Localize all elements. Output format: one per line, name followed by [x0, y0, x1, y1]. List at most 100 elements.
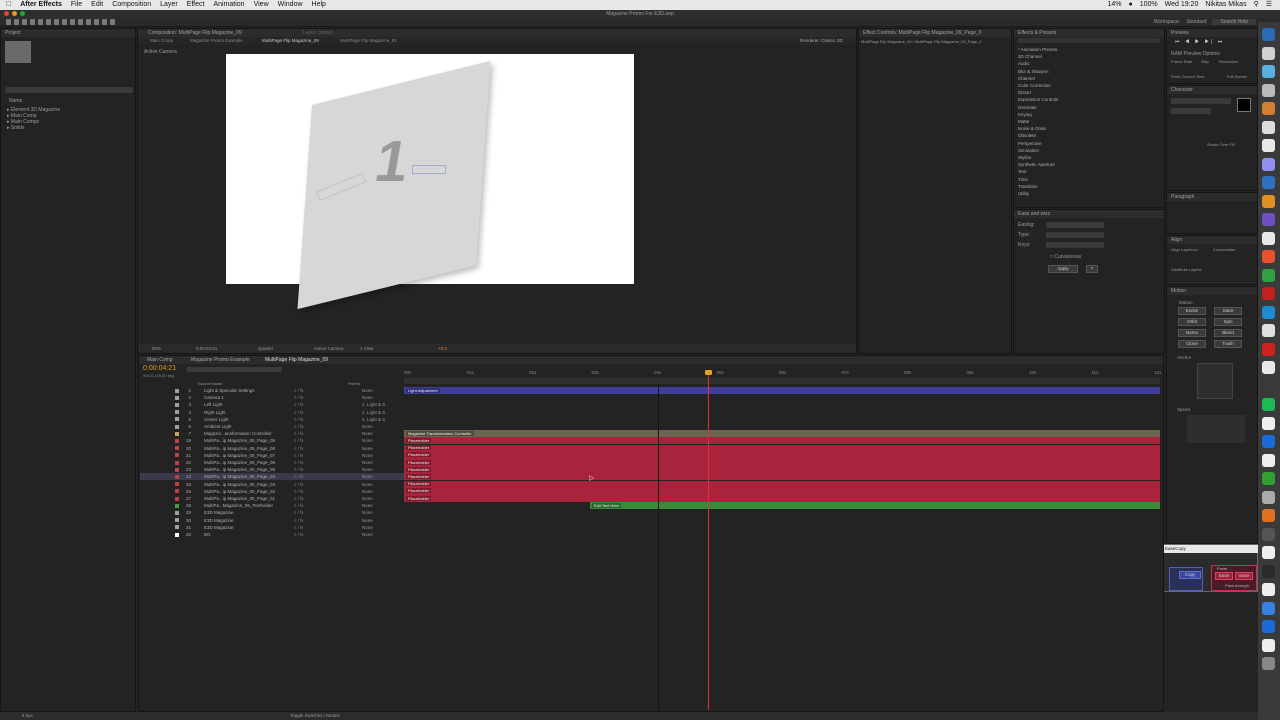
- label-color-swatch[interactable]: [175, 474, 179, 479]
- puppet-tool-icon[interactable]: [110, 19, 115, 25]
- project-name-header[interactable]: Name: [9, 98, 22, 104]
- motion-blend-button[interactable]: Blend: [1214, 329, 1242, 337]
- clone-tool-icon[interactable]: [86, 19, 91, 25]
- layer-switches[interactable]: ◊ / fx: [294, 394, 303, 401]
- clock[interactable]: Wed 19:20: [1165, 0, 1199, 10]
- label-color-swatch[interactable]: [175, 417, 179, 422]
- layer-duration-bar[interactable]: [404, 401, 1160, 408]
- motion-orbit-button[interactable]: Orbit: [1178, 318, 1206, 326]
- parent-dropdown[interactable]: None: [362, 430, 373, 437]
- parent-dropdown[interactable]: None: [362, 481, 373, 488]
- dock-app-icon[interactable]: [1262, 324, 1275, 337]
- preview-tab[interactable]: Preview: [1167, 29, 1257, 37]
- pen-tool-icon[interactable]: [62, 19, 67, 25]
- layer-switches[interactable]: ◊ / fx: [294, 416, 303, 423]
- layer-name[interactable]: MultiPa...ip Magazine_09_Page_06: [204, 459, 275, 466]
- ease-wizz-tab[interactable]: Ease and wizz: [1014, 210, 1164, 218]
- layer-switches[interactable]: ◊ / fx: [294, 524, 303, 531]
- layer-name[interactable]: MultiPa...ip Magazine_09_Page_02: [204, 488, 275, 495]
- dock-app-icon[interactable]: [1262, 102, 1275, 115]
- label-color-swatch[interactable]: [175, 482, 179, 487]
- dock-app-icon[interactable]: [1262, 213, 1275, 226]
- character-tab[interactable]: Character: [1167, 86, 1257, 94]
- layer-name[interactable]: MultiPa...ip Magazine_09_Page_08: [204, 445, 275, 452]
- align-tab[interactable]: Align: [1167, 236, 1257, 244]
- breadcrumb-item[interactable]: MultiPage Flip Magazine_09: [262, 37, 319, 45]
- motion-clone-button[interactable]: Clone: [1178, 340, 1206, 348]
- paste-value-button[interactable]: Value: [1235, 572, 1253, 580]
- parent-dropdown[interactable]: None: [362, 452, 373, 459]
- layer-duration-bar[interactable]: [404, 423, 1160, 430]
- layer-duration-bar[interactable]: [404, 444, 1160, 452]
- project-item[interactable]: ▸ Solids: [7, 125, 135, 131]
- bit-depth[interactable]: 8 bpc: [22, 712, 33, 720]
- label-color-swatch[interactable]: [175, 489, 179, 494]
- pan-behind-tool-icon[interactable]: [46, 19, 51, 25]
- layer-duration-bar[interactable]: [404, 387, 1160, 394]
- layer-row[interactable]: 22 MultiPa...ip Magazine_09_Page_06 ◊ / fx…: [140, 459, 404, 466]
- layer-row[interactable]: 28 MultiPa...Magazine_09_Textholder ◊ / fx…: [140, 502, 404, 509]
- layer-switches[interactable]: ◊ / fx: [294, 517, 303, 524]
- layer-duration-bar[interactable]: [404, 531, 1160, 538]
- dock-app-icon[interactable]: [1262, 416, 1275, 430]
- parent-dropdown[interactable]: None: [362, 517, 373, 524]
- label-color-swatch[interactable]: [175, 388, 179, 393]
- parent-dropdown[interactable]: None: [362, 488, 373, 495]
- menu-layer[interactable]: Layer: [160, 0, 178, 10]
- layer-switches[interactable]: ◊ / fx: [294, 401, 303, 408]
- dock-app-icon[interactable]: [1262, 342, 1275, 356]
- layer-switches[interactable]: ◊ / fx: [294, 437, 303, 444]
- effect-category-item[interactable]: Channel: [1018, 75, 1163, 82]
- effect-category-item[interactable]: Audio: [1018, 60, 1163, 67]
- timeline-timecode[interactable]: 0:00:04:21: [143, 365, 176, 372]
- effect-category-item[interactable]: Generate: [1018, 104, 1163, 111]
- work-area-bar[interactable]: [404, 378, 1160, 384]
- speed-controls[interactable]: [1187, 415, 1245, 443]
- timeline-tab[interactable]: Magazine Promo Example: [191, 356, 250, 364]
- parent-dropdown[interactable]: None: [362, 437, 373, 444]
- copy-button[interactable]: Copy: [1179, 571, 1201, 579]
- dock-app-icon[interactable]: [1262, 83, 1275, 97]
- layer-switches[interactable]: ◊ / fx: [294, 473, 303, 480]
- easecopy-title[interactable]: EaseCopy: [1161, 545, 1259, 553]
- hand-tool-icon[interactable]: [14, 19, 19, 25]
- mask-tool-icon[interactable]: [54, 19, 59, 25]
- menu-help[interactable]: Help: [312, 0, 326, 10]
- effect-category-item[interactable]: Synthetic Aperture: [1018, 161, 1163, 168]
- layer-row[interactable]: 2 Camera 1 ◊ / fx None: [140, 394, 404, 401]
- label-color-swatch[interactable]: [175, 431, 179, 436]
- selection-tool-icon[interactable]: [6, 19, 11, 25]
- volume-status[interactable]: 100%: [1140, 0, 1158, 10]
- effect-category-item[interactable]: Text: [1018, 168, 1163, 175]
- parent-dropdown[interactable]: 1. Light & S: [362, 401, 385, 408]
- layer-row[interactable]: 29 E3D Magazine ◊ / fx None: [140, 509, 404, 516]
- layer-row[interactable]: 24 MultiPa...ip Magazine_09_Page_04 ◊ / fx…: [140, 473, 404, 481]
- dock-app-icon[interactable]: [1262, 620, 1275, 633]
- playhead-handle[interactable]: [705, 370, 712, 375]
- camera-select[interactable]: Active Camera: [314, 344, 344, 353]
- dock-app-icon[interactable]: [1262, 583, 1275, 596]
- timeline-tab-active[interactable]: MultiPage Flip Magazine_09: [265, 356, 328, 364]
- label-color-swatch[interactable]: [175, 532, 179, 537]
- layer-name[interactable]: E3D Magazine: [204, 517, 234, 524]
- dock-app-icon[interactable]: [1262, 435, 1275, 448]
- layer-row[interactable]: 23 MultiPa...ip Magazine_09_Page_05 ◊ / fx…: [140, 466, 404, 473]
- dock-app-icon[interactable]: [1262, 398, 1275, 411]
- layer-duration-bar[interactable]: [404, 409, 1160, 416]
- dock-app-icon[interactable]: [1262, 194, 1275, 208]
- layer-name[interactable]: MultiPa...ip Magazine_09_Page_05: [204, 466, 275, 473]
- brush-tool-icon[interactable]: [78, 19, 83, 25]
- layer-switches[interactable]: ◊ / fx: [294, 430, 303, 437]
- stroke-dropdown[interactable]: Stroke Over Fill: [1207, 142, 1235, 148]
- effect-category-item[interactable]: Time: [1018, 176, 1163, 183]
- parent-dropdown[interactable]: None: [362, 473, 373, 480]
- layer-row[interactable]: 3 Left Light ◊ / fx 1. Light & S: [140, 401, 404, 408]
- toggle-switches-modes[interactable]: Toggle Switches / Modes: [290, 712, 340, 720]
- effect-category-item[interactable]: Obsolete: [1018, 132, 1163, 139]
- rotate-tool-icon[interactable]: [30, 19, 35, 25]
- label-color-swatch[interactable]: [175, 467, 179, 472]
- dock-app-icon[interactable]: [1262, 638, 1275, 652]
- dock-app-icon[interactable]: [1262, 176, 1275, 189]
- dock-app-icon[interactable]: [1262, 379, 1275, 393]
- layer-name[interactable]: E3D Magazine: [204, 524, 234, 531]
